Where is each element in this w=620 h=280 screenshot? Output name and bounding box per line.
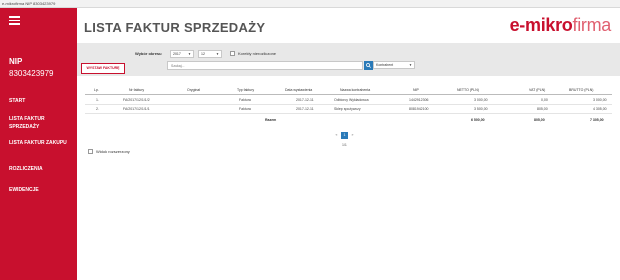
sidebar-item-start[interactable]: START (9, 97, 71, 105)
logo-light-text: firma (572, 15, 612, 35)
search-button[interactable] (364, 61, 373, 70)
pager-page-1[interactable]: 1 (341, 132, 348, 139)
cell-netto: 3 500,00 (474, 107, 488, 111)
cell-lp: 2. (96, 107, 99, 111)
brand-logo: e-mikrofirma (509, 15, 612, 36)
col-header-contractor[interactable]: Nazwa kontrahenta (340, 86, 370, 95)
cell-netto: 3 000,00 (474, 98, 488, 102)
pager-next-button[interactable]: » (349, 132, 356, 139)
col-header-brutto[interactable]: BRUTTO (PLN) (569, 86, 593, 95)
cell-invoice-type: Faktura (239, 98, 251, 102)
chevron-down-icon: ▼ (409, 63, 412, 67)
sum-vat: 805,00 (534, 118, 545, 122)
nip-label: NIP (9, 57, 23, 66)
sidebar-item-settlements[interactable]: ROZLICZENIA (9, 165, 71, 173)
cell-invoice-no[interactable]: FA/2017/12/1/1/2 (123, 96, 150, 105)
sidebar-item-purchase-invoices[interactable]: LISTA FAKTUR ZAKUPU (9, 139, 71, 147)
sum-label: Razem (265, 118, 277, 122)
chevron-down-icon: ▼ (188, 52, 191, 56)
sum-netto: 6 500,00 (471, 118, 485, 122)
year-value: 2017 (173, 52, 181, 56)
table-row[interactable]: 1. FA/2017/12/1/1/2 Faktura 2017-12-11 O… (85, 96, 612, 105)
corrections-checkbox[interactable] (230, 51, 235, 56)
extended-view-label: Widok rozszerzony (96, 149, 130, 154)
window-titlebar: e-mikrofirma NIP 8303423979 (0, 0, 620, 8)
col-header-invoice-type[interactable]: Typ faktury (237, 86, 254, 95)
logo-main-text: e-mikro (509, 15, 573, 35)
cell-brutto: 3 000,00 (593, 98, 607, 102)
cell-issue-date: 2017-12-11 (296, 98, 314, 102)
sidebar: NIP 8303423979 START LISTA FAKTUR SPRZED… (0, 8, 77, 280)
search-input[interactable] (167, 61, 363, 70)
nip-value: 8303423979 (9, 69, 54, 78)
pager-prev-button[interactable]: « (333, 132, 340, 139)
issue-invoice-button[interactable]: WYSTAW FAKTURĘ (81, 63, 125, 74)
cell-invoice-no[interactable]: FA/2017/12/1/1/1 (123, 105, 150, 114)
page-title: LISTA FAKTUR SPRZEDAŻY (84, 20, 266, 35)
filter-panel (77, 43, 620, 76)
col-header-netto[interactable]: NETTO (PLN) (457, 86, 479, 95)
col-header-issue-date[interactable]: Data wystawienia (285, 86, 312, 95)
col-header-nip[interactable]: NIP (413, 86, 419, 95)
search-icon (366, 63, 371, 68)
table-row[interactable]: 2. FA/2017/12/1/1/1 Faktura 2017-12-11 S… (85, 105, 612, 114)
cell-contractor: Sklep spożywczy (334, 107, 361, 111)
extended-view-checkbox[interactable] (88, 149, 93, 154)
col-header-lp: Lp. (94, 88, 99, 92)
page-info: 1/1 (342, 143, 347, 147)
sum-brutto: 7 305,00 (590, 118, 604, 122)
month-value: 12 (201, 52, 205, 56)
cell-contractor: Odbiorcy Wykładowca (334, 98, 369, 102)
cell-lp: 1. (96, 98, 99, 102)
sort-value: Kontrahent (376, 63, 394, 67)
table-sum-row: Razem 6 500,00 805,00 7 305,00 (85, 116, 612, 125)
main-content: LISTA FAKTUR SPRZEDAŻY e-mikrofirma WYST… (77, 8, 620, 280)
sidebar-item-records[interactable]: EWIDENCJE (9, 186, 71, 194)
sidebar-item-sales-invoices[interactable]: LISTA FAKTUR SPRZEDAŻY (9, 115, 71, 131)
chevron-down-icon: ▼ (216, 52, 219, 56)
cell-nip: 1442912306 (409, 98, 429, 102)
cell-issue-date: 2017-12-11 (296, 107, 314, 111)
col-header-vat[interactable]: VAT (PLN) (529, 86, 545, 95)
table-header-row: Lp. Nr faktury Oryginał Typ faktury Data… (85, 86, 612, 95)
col-header-original[interactable]: Oryginał (187, 86, 200, 95)
corrections-label: Korekty nierozliczone (238, 51, 277, 56)
cell-brutto: 4 305,00 (593, 107, 607, 111)
cell-vat: 805,00 (537, 107, 548, 111)
hamburger-menu-icon[interactable] (9, 16, 20, 25)
month-select[interactable]: 12 ▼ (198, 50, 222, 58)
cell-invoice-type: Faktura (239, 107, 251, 111)
period-label: Wybór okresu (135, 51, 162, 56)
cell-nip: 8081942100 (409, 107, 429, 111)
cell-vat: 0,00 (541, 98, 548, 102)
year-select[interactable]: 2017 ▼ (170, 50, 194, 58)
col-header-invoice-no[interactable]: Nr faktury (129, 86, 144, 95)
sort-select[interactable]: Kontrahent ▼ (373, 61, 415, 69)
